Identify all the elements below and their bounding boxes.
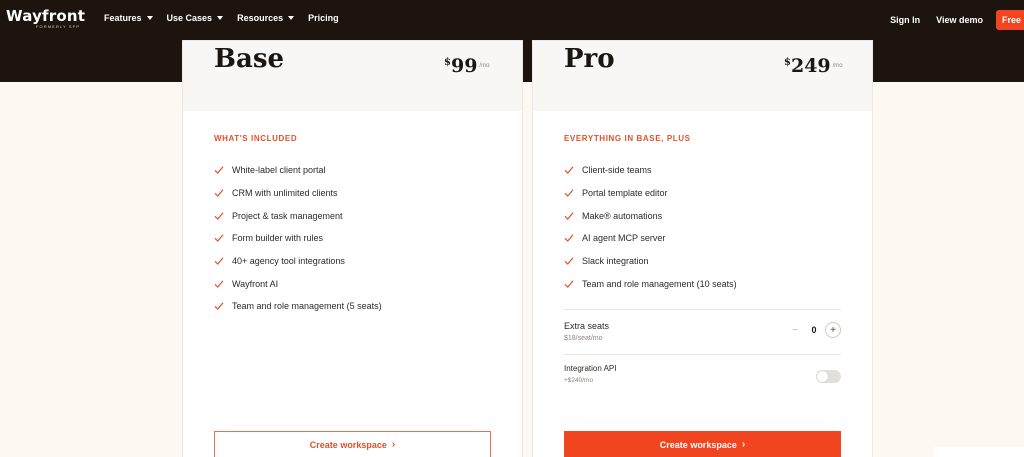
integration-api-price: +$240/mo [564, 377, 594, 384]
plan-price: $ 249 /mo [784, 55, 843, 77]
nav-item-label: Pricing [308, 13, 339, 23]
feature-item: 40+ agency tool integrations [214, 250, 382, 273]
nav-item-label: Features [104, 13, 142, 23]
addon-options: Extra seats $18/seat/mo − 0 + Integratio… [564, 309, 841, 399]
feature-label: Client-side teams [582, 165, 652, 176]
feature-list: White-label client portal CRM with unlim… [214, 159, 382, 318]
feature-label: Team and role management (5 seats) [232, 301, 382, 312]
feature-label: Slack integration [582, 256, 649, 267]
caret-down-icon [288, 16, 295, 20]
feature-label: CRM with unlimited clients [232, 188, 338, 199]
feature-item: White-label client portal [214, 159, 382, 182]
plan-header: Base $ 99 /mo [183, 41, 522, 111]
feature-item: Portal template editor [564, 182, 737, 205]
check-icon [564, 280, 574, 288]
feature-list: Client-side teams Portal template editor… [564, 159, 737, 295]
extra-seats-label: Extra seats [564, 321, 610, 331]
check-icon [214, 302, 224, 311]
nav-links: Features Use Cases Resources Pricing [104, 13, 339, 23]
check-icon [564, 166, 574, 175]
section-title: WHAT'S INCLUDED [214, 134, 298, 143]
feature-item: Slack integration [564, 250, 737, 273]
feature-label: Make® automations [582, 210, 663, 221]
feature-item: Project & task management [214, 204, 382, 227]
nav-item-use-cases[interactable]: Use Cases [167, 13, 224, 23]
view-demo-link[interactable]: View demo [936, 15, 983, 25]
integration-api-label: Integration API [564, 364, 617, 373]
check-icon [214, 280, 224, 288]
nav-actions: Sign In View demo Free [890, 10, 1024, 30]
logo-text: Wayfront [6, 7, 86, 25]
check-icon [214, 234, 224, 243]
feature-item: Client-side teams [564, 159, 737, 182]
nav-item-label: Resources [237, 13, 284, 23]
sign-in-link[interactable]: Sign In [890, 15, 920, 25]
feature-item: AI agent MCP server [564, 227, 737, 250]
caret-down-icon [217, 16, 224, 20]
feature-label: Team and role management (10 seats) [582, 278, 737, 289]
nav-item-pricing[interactable]: Pricing [308, 13, 339, 23]
section-title: EVERYTHING IN BASE, PLUS [564, 134, 691, 143]
feature-item: CRM with unlimited clients [214, 182, 382, 205]
plan-name: Base [214, 44, 285, 74]
extra-seats-row: Extra seats $18/seat/mo − 0 + [564, 309, 841, 354]
feature-item: Wayfront AI [214, 272, 382, 295]
plan-card-base: Base $ 99 /mo WHAT'S INCLUDED White-labe… [182, 40, 523, 457]
feature-item: Team and role management (10 seats) [564, 272, 737, 295]
integration-api-row: Integration API +$240/mo [564, 354, 841, 399]
logo[interactable]: Wayfront FORMERLY SPP [6, 8, 85, 29]
feature-label: Form builder with rules [232, 233, 324, 244]
feature-label: Project & task management [232, 210, 343, 221]
nav-item-features[interactable]: Features [104, 13, 153, 23]
price-currency: $ [784, 57, 791, 68]
check-icon [214, 189, 224, 197]
create-workspace-button-base[interactable]: Create workspace › [214, 431, 491, 457]
feature-item: Make® automations [564, 204, 737, 227]
price-amount: 249 [790, 55, 831, 77]
chevron-right-icon: › [391, 439, 396, 450]
increment-button[interactable]: + [825, 322, 841, 338]
plan-card-pro: Pro $ 249 /mo EVERYTHING IN BASE, PLUS C… [532, 40, 873, 457]
check-icon [214, 166, 224, 175]
check-icon [564, 257, 574, 265]
integration-api-toggle[interactable] [816, 370, 841, 383]
free-trial-button[interactable]: Free [996, 10, 1024, 30]
nav-item-resources[interactable]: Resources [237, 13, 295, 23]
logo-subtitle: FORMERLY SPP [36, 24, 81, 29]
check-icon [214, 212, 224, 220]
feature-item: Team and role management (5 seats) [214, 295, 382, 318]
feature-label: 40+ agency tool integrations [232, 256, 345, 267]
price-amount: 99 [450, 55, 478, 77]
feature-label: White-label client portal [232, 165, 326, 176]
feature-label: Wayfront AI [232, 278, 279, 289]
plan-header: Pro $ 249 /mo [533, 41, 872, 111]
corner-panel [934, 447, 1024, 457]
toggle-knob [817, 371, 828, 382]
plan-price: $ 99 /mo [444, 55, 489, 77]
create-workspace-button-pro[interactable]: Create workspace › [564, 431, 841, 457]
check-icon [214, 257, 224, 265]
chevron-right-icon: › [741, 439, 746, 450]
plan-name: Pro [564, 44, 615, 74]
extra-seats-price: $18/seat/mo [564, 335, 603, 342]
caret-down-icon [146, 16, 153, 20]
price-period: /mo [832, 63, 843, 69]
cta-label: Create workspace [659, 440, 737, 450]
check-icon [564, 212, 574, 220]
check-icon [564, 234, 574, 243]
feature-label: Portal template editor [582, 188, 668, 199]
cta-label: Create workspace [309, 440, 387, 450]
extra-seats-value: 0 [811, 325, 817, 335]
price-period: /mo [479, 63, 490, 69]
decrement-button[interactable]: − [787, 322, 803, 338]
nav-item-label: Use Cases [166, 13, 213, 23]
extra-seats-stepper: − 0 + [787, 322, 841, 338]
top-nav: Wayfront FORMERLY SPP Features Use Cases… [0, 0, 1024, 40]
price-currency: $ [444, 57, 451, 68]
feature-label: AI agent MCP server [582, 233, 666, 244]
check-icon [564, 189, 574, 197]
feature-item: Form builder with rules [214, 227, 382, 250]
